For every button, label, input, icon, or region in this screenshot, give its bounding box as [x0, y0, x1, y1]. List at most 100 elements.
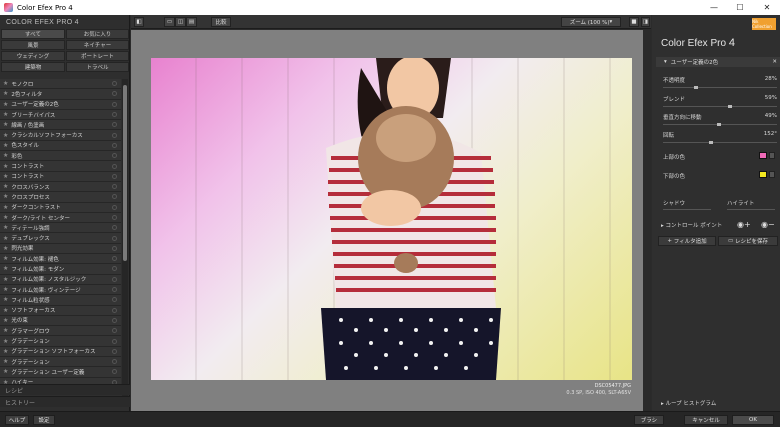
favorite-star-icon[interactable]: ★	[3, 132, 8, 139]
compare-button[interactable]: 比較	[211, 17, 231, 27]
filter-item[interactable]: ★ グラデーション ソフトフォーカス	[0, 346, 121, 358]
side-by-side-button[interactable]: ▤	[186, 17, 197, 27]
favorite-star-icon[interactable]: ★	[3, 224, 8, 231]
vertical-shift-slider[interactable]	[663, 123, 777, 126]
add-filter-button[interactable]: + フィルタ追加	[658, 236, 716, 246]
histogram-row[interactable]: ▸ ループ ヒストグラム	[661, 399, 775, 407]
filter-preset-icon[interactable]	[112, 328, 117, 334]
filter-preset-icon[interactable]	[112, 81, 117, 87]
blend-slider-knob[interactable]	[727, 105, 732, 108]
category-favorites[interactable]: お気に入り	[66, 29, 129, 39]
favorite-star-icon[interactable]: ★	[3, 265, 8, 272]
opacity-slider-knob[interactable]	[693, 86, 698, 89]
favorite-star-icon[interactable]: ★	[3, 338, 8, 345]
filter-item[interactable]: ★ フィルム効果: 褪色	[0, 254, 121, 265]
filter-preset-icon[interactable]	[112, 307, 117, 313]
filter-preset-icon[interactable]	[112, 317, 117, 323]
filter-item[interactable]: ★ 閃光効果	[0, 243, 121, 255]
filter-preset-icon[interactable]	[112, 173, 117, 179]
ok-button[interactable]: OK	[732, 415, 774, 425]
cancel-button[interactable]: キャンセル	[684, 415, 728, 425]
section-close-icon[interactable]: ✕	[772, 59, 777, 65]
filter-preset-icon[interactable]	[112, 287, 117, 293]
recipes-section[interactable]: レシピ	[0, 384, 130, 395]
favorite-star-icon[interactable]: ★	[3, 183, 8, 190]
filter-preset-icon[interactable]	[112, 235, 117, 241]
favorite-star-icon[interactable]: ★	[3, 142, 8, 149]
favorite-star-icon[interactable]: ★	[3, 255, 8, 262]
rotation-slider[interactable]	[663, 141, 777, 144]
filter-item[interactable]: ★ コントラスト	[0, 161, 121, 172]
filter-item[interactable]: ★ ダークコントラスト	[0, 202, 121, 213]
filter-preset-icon[interactable]	[112, 122, 117, 128]
filter-preset-icon[interactable]	[112, 101, 117, 107]
filter-preset-icon[interactable]	[112, 215, 117, 220]
upper-eyedropper-icon[interactable]	[769, 152, 775, 159]
filter-item[interactable]: ★ 2色フィルタ	[0, 89, 121, 100]
favorite-star-icon[interactable]: ★	[3, 90, 8, 97]
filter-preset-icon[interactable]	[112, 297, 117, 303]
filter-preset-icon[interactable]	[112, 112, 117, 118]
filter-item[interactable]: ★ ダーク/ライト センター	[0, 212, 121, 224]
category-nature[interactable]: ネイチャー	[66, 40, 129, 50]
filter-preset-icon[interactable]	[112, 142, 117, 148]
filter-preset-icon[interactable]	[112, 266, 117, 272]
filter-item[interactable]: ★ クラシカルソフトフォーカス	[0, 130, 121, 141]
toggle-panel-button[interactable]: ◧	[134, 17, 144, 27]
preview-canvas[interactable]: DSC05477.JPG 0.3 SP, ISO 400, SLT-A65V	[131, 30, 651, 411]
filter-item[interactable]: ★ ソフトフォーカス	[0, 305, 121, 316]
single-view-button[interactable]: ▭	[164, 17, 175, 27]
favorite-star-icon[interactable]: ★	[3, 276, 8, 283]
favorite-star-icon[interactable]: ★	[3, 307, 8, 314]
category-wedding[interactable]: ウェディング	[1, 51, 65, 61]
settings-button[interactable]: 設定	[33, 415, 55, 425]
filter-item[interactable]: ★ フィルム効果: ヴィンテージ	[0, 284, 121, 296]
filter-preset-icon[interactable]	[112, 276, 117, 282]
split-view-button[interactable]: ◫	[175, 17, 186, 27]
filter-preset-icon[interactable]	[112, 204, 117, 210]
category-portrait[interactable]: ポートレート	[66, 51, 129, 61]
favorite-star-icon[interactable]: ★	[3, 317, 8, 324]
add-control-point-minus-icon[interactable]: ◉−	[761, 220, 775, 229]
favorite-star-icon[interactable]: ★	[3, 327, 8, 334]
brush-button[interactable]: ブラシ	[634, 415, 664, 425]
zoom-select[interactable]: ズーム (100 %) ▾	[561, 17, 621, 27]
blend-slider[interactable]	[663, 105, 777, 108]
filter-preset-icon[interactable]	[112, 91, 117, 97]
filter-item[interactable]: ★ ディテール強調	[0, 223, 121, 234]
filter-item[interactable]: ★ 光の束	[0, 315, 121, 327]
rotation-slider-knob[interactable]	[709, 141, 714, 144]
filter-list-scrollbar[interactable]	[122, 79, 128, 397]
favorite-star-icon[interactable]: ★	[3, 358, 8, 365]
category-all[interactable]: すべて	[1, 29, 65, 39]
filter-item[interactable]: ★ グラデーション	[0, 336, 121, 347]
control-points-row[interactable]: ▸ コントロール ポイント	[661, 221, 775, 229]
filter-preset-icon[interactable]	[112, 348, 117, 354]
category-travel[interactable]: トラベル	[66, 62, 129, 72]
filter-preset-icon[interactable]	[112, 132, 117, 138]
filter-preset-icon[interactable]	[112, 369, 117, 375]
filter-item[interactable]: ★ グラデーション ユーザー定義	[0, 367, 121, 378]
favorite-star-icon[interactable]: ★	[3, 204, 8, 211]
lower-color-swatch[interactable]	[759, 171, 767, 178]
filter-section-header[interactable]: ▾ ユーザー定義の2色 ✕	[656, 57, 780, 67]
filter-item[interactable]: ★ 彩色	[0, 151, 121, 162]
vertical-shift-slider-knob[interactable]	[716, 123, 721, 126]
category-landscape[interactable]: 風景	[1, 40, 65, 50]
favorite-star-icon[interactable]: ★	[3, 296, 8, 303]
section-toggle-icon[interactable]: ▾	[664, 59, 667, 65]
favorite-star-icon[interactable]: ★	[3, 101, 8, 108]
filter-preset-icon[interactable]	[112, 359, 117, 365]
shadow-slider[interactable]	[663, 209, 711, 210]
favorite-star-icon[interactable]: ★	[3, 173, 8, 180]
filter-item[interactable]: ★ ユーザー定義の2色	[0, 99, 121, 110]
favorite-star-icon[interactable]: ★	[3, 193, 8, 200]
filter-preset-icon[interactable]	[112, 153, 117, 159]
favorite-star-icon[interactable]: ★	[3, 368, 8, 375]
opacity-slider[interactable]	[663, 86, 777, 89]
filter-preset-icon[interactable]	[112, 184, 117, 190]
filter-item[interactable]: ★ 線画 / 色塗画	[0, 120, 121, 131]
category-architecture[interactable]: 建築物	[1, 62, 65, 72]
highlight-slider[interactable]	[727, 209, 775, 210]
filter-preset-icon[interactable]	[112, 225, 117, 231]
